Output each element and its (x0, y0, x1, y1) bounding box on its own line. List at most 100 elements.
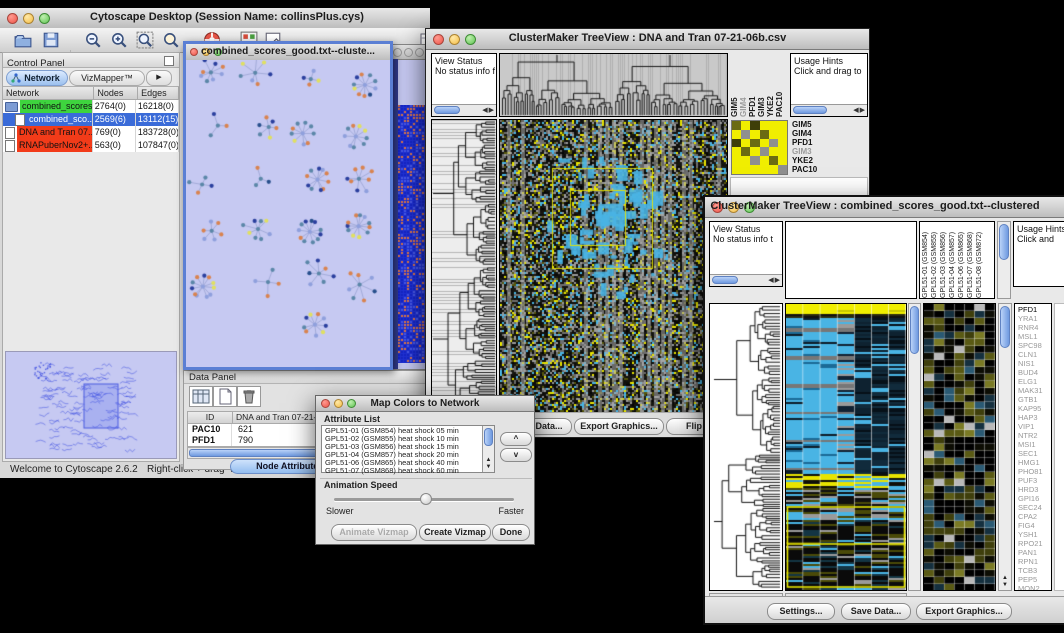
matrix-cell[interactable] (732, 130, 741, 139)
close-button[interactable] (7, 13, 18, 24)
matrix-cell[interactable] (750, 147, 759, 156)
matrix-cell[interactable] (750, 139, 759, 148)
matrix-cell[interactable] (741, 121, 750, 130)
matrix-cell[interactable] (760, 130, 769, 139)
move-up-button[interactable]: ^ (500, 432, 532, 446)
treeview1-title: ClusterMaker TreeView : DNA and Tran 07-… (426, 32, 869, 44)
tv2-button-0[interactable]: Settings... (767, 603, 835, 620)
tv2-button-1[interactable]: Save Data... (841, 603, 911, 620)
zoom-button[interactable] (39, 13, 50, 24)
inactive-close-button[interactable] (393, 48, 402, 57)
matrix-cell[interactable] (769, 165, 778, 174)
matrix-cell[interactable] (760, 165, 769, 174)
attribute-list-scrollbar[interactable]: ▲▼ (482, 426, 494, 472)
matrix-cell[interactable] (769, 130, 778, 139)
dialog-button-1[interactable]: Create Vizmap (419, 524, 491, 541)
tab-network[interactable]: Network (6, 70, 68, 86)
attribute-list[interactable]: GPL51-01 (GSM854) heat shock 05 minGPL51… (321, 425, 495, 473)
tv2-button-2[interactable]: Export Graphics... (916, 603, 1012, 620)
float-panel-icon[interactable] (164, 56, 174, 66)
matrix-cell[interactable] (741, 147, 750, 156)
matrix-cell[interactable] (732, 139, 741, 148)
matrix-cell[interactable] (778, 139, 787, 148)
tab-overflow-button[interactable]: ▶ (146, 70, 172, 86)
animation-slider[interactable] (334, 498, 514, 501)
matrix-cell[interactable] (741, 139, 750, 148)
tv2-global-heatmap[interactable] (785, 303, 907, 591)
minimize-button[interactable] (23, 13, 34, 24)
network-row[interactable]: DNA and Tran 07...769(0)183728(0) (3, 126, 179, 139)
dialog-button-2[interactable]: Done (492, 524, 530, 541)
tab-vizmapper[interactable]: VizMapper™ (69, 70, 145, 86)
matrix-cell[interactable] (750, 156, 759, 165)
zoom-out-icon[interactable] (84, 31, 102, 49)
matrix-cell[interactable] (778, 165, 787, 174)
treeview2-titlebar[interactable]: ClusterMaker TreeView : combined_scores_… (705, 197, 1064, 218)
tv2-collabel-scrollbar[interactable] (997, 221, 1011, 299)
matrix-cell[interactable] (732, 147, 741, 156)
matrix-cell[interactable] (778, 121, 787, 130)
matrix-cell[interactable] (732, 121, 741, 130)
network-row[interactable]: combined_scores2764(0)16218(0) (3, 100, 179, 113)
tv2-status-scrollbar[interactable]: ◀▶ (710, 274, 782, 286)
matrix-cell[interactable] (750, 165, 759, 174)
matrix-cell[interactable] (760, 156, 769, 165)
network-frame-titlebar[interactable]: combined_scores_good.txt--cluste... (186, 44, 390, 61)
tv2-heatmap-scrollbar[interactable] (908, 303, 921, 591)
zoom-fit-icon[interactable] (136, 31, 154, 49)
slider-thumb[interactable] (420, 493, 432, 505)
tv1-column-dendrogram[interactable] (499, 53, 728, 117)
tv2-column-dendrogram[interactable] (785, 221, 917, 299)
tv1-global-heatmap[interactable] (499, 119, 728, 413)
open-file-icon[interactable] (14, 31, 32, 49)
matrix-cell[interactable] (750, 121, 759, 130)
matrix-cell[interactable] (741, 156, 750, 165)
main-titlebar[interactable]: Cytoscape Desktop (Session Name: collins… (0, 8, 430, 29)
tv2-row-dendrogram[interactable] (709, 303, 783, 591)
tv1-button-1[interactable]: Export Graphics... (574, 418, 664, 435)
network-overview-canvas[interactable] (6, 352, 176, 458)
treeview1-titlebar[interactable]: ClusterMaker TreeView : DNA and Tran 07-… (426, 29, 869, 50)
dialog-titlebar[interactable]: Map Colors to Network (316, 396, 534, 412)
matrix-cell[interactable] (778, 156, 787, 165)
zoom-selected-icon[interactable] (162, 31, 180, 49)
nodes-count: 563(0) (93, 139, 136, 152)
matrix-cell[interactable] (732, 156, 741, 165)
inactive-minimize-button[interactable] (404, 48, 413, 57)
matrix-cell[interactable] (760, 147, 769, 156)
zoom-in-icon[interactable] (110, 31, 128, 49)
attribute-list-item[interactable]: GPL51-07 (GSM868) heat shock 60 min (325, 467, 494, 475)
network-view-canvas[interactable] (186, 60, 390, 367)
matrix-cell[interactable] (741, 130, 750, 139)
matrix-cell[interactable] (741, 165, 750, 174)
inactive-zoom-button[interactable] (415, 48, 424, 57)
matrix-cell[interactable] (760, 121, 769, 130)
col-id[interactable]: ID (188, 412, 233, 423)
delete-attribute-icon[interactable] (237, 386, 261, 407)
tv1-status-scrollbar[interactable]: ◀▶ (432, 104, 496, 116)
network-overview-panel[interactable] (5, 351, 177, 459)
save-icon[interactable] (42, 31, 60, 49)
tv2-gene-list[interactable]: PFD1YRA1RNR4MSL1SPC98CLN1NIS1BUD4ELG1MAK… (1014, 303, 1052, 591)
tv2-zoom-scrollbar[interactable]: ▲▼ (998, 303, 1012, 591)
network-row[interactable]: RNAPuberNov2+...563(0)107847(0) (3, 139, 179, 152)
matrix-cell[interactable] (778, 130, 787, 139)
matrix-cell[interactable] (732, 165, 741, 174)
matrix-cell[interactable] (769, 121, 778, 130)
network-row[interactable]: combined_sco...2569(6)13112(15) (3, 113, 179, 126)
matrix-cell[interactable] (778, 147, 787, 156)
tv1-row-dendrogram[interactable] (431, 119, 497, 413)
tv2-zoom-heatmap[interactable] (923, 303, 996, 591)
tv1-zoom-matrix[interactable] (731, 120, 788, 175)
matrix-cell[interactable] (769, 139, 778, 148)
matrix-cell[interactable] (769, 156, 778, 165)
move-down-button[interactable]: v (500, 448, 532, 462)
new-attribute-icon[interactable] (213, 386, 237, 407)
tv1-row-label: YKE2 (792, 156, 832, 165)
attribute-select-icon[interactable] (189, 386, 213, 407)
matrix-cell[interactable] (750, 130, 759, 139)
dialog-button-0[interactable]: Animate Vizmap (331, 524, 417, 541)
tv1-hints-scrollbar[interactable]: ◀▶ (791, 104, 867, 116)
matrix-cell[interactable] (760, 139, 769, 148)
matrix-cell[interactable] (769, 147, 778, 156)
